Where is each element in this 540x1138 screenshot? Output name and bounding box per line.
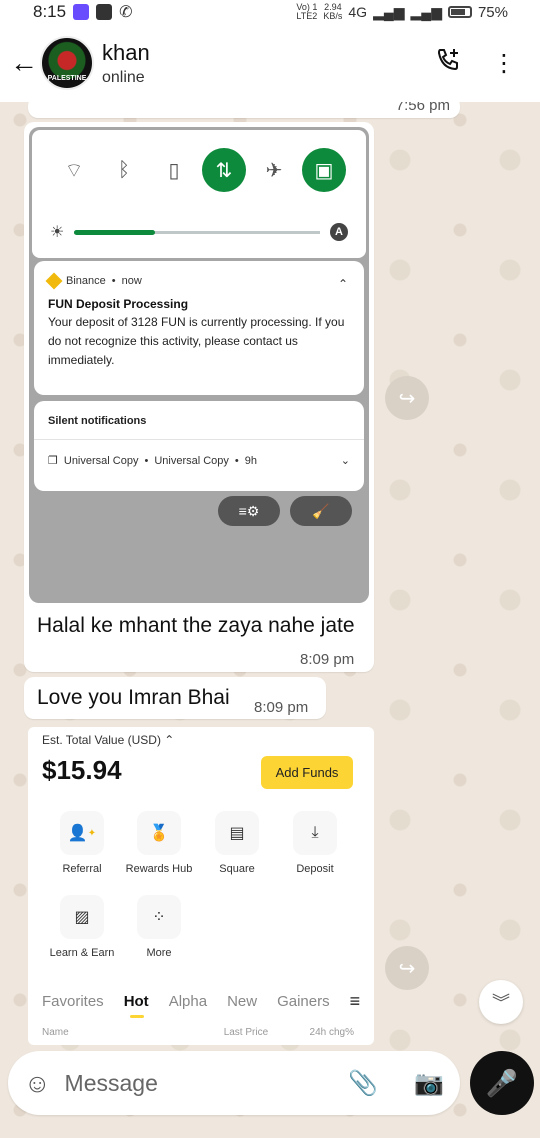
- deposit-feature: ⤓ Deposit: [275, 811, 355, 875]
- silent-notifications: Silent notifications ❐ Universal Copy • U…: [34, 401, 364, 491]
- sticker-icon[interactable]: ☺: [24, 1068, 51, 1099]
- notif-time: now: [121, 275, 142, 287]
- contact-status: online: [102, 68, 145, 86]
- column-header: Name Last Price 24h chg%: [42, 1027, 354, 1038]
- tab-favorites: Favorites: [42, 993, 104, 1010]
- est-total-label: Est. Total Value (USD) ⌃: [42, 733, 175, 747]
- message-time: 8:09 pm: [300, 651, 355, 668]
- brightness-slider: [74, 229, 320, 235]
- notification-settings-icon: ≡⚙: [218, 496, 280, 526]
- battery-percent: 75%: [477, 3, 508, 21]
- sim2-icon: ▣: [302, 148, 346, 192]
- square-feature: ▤ Square: [197, 811, 277, 875]
- learn-earn-icon: ▨: [60, 895, 104, 939]
- deposit-icon: ⤓: [293, 811, 337, 855]
- phone-call-icon: ✆: [119, 4, 133, 21]
- mobile-data-icon: ⇅: [202, 148, 246, 192]
- net-type: 4G: [348, 4, 368, 20]
- image-caption: Halal ke mhant the zaya nahe jate: [37, 614, 355, 637]
- clear-all-icon: 🧹: [290, 496, 352, 526]
- add-call-icon[interactable]: [434, 46, 462, 81]
- network-label: Vo) 1 LTE2: [296, 2, 318, 21]
- notif-body: Your deposit of 3128 FUN is currently pr…: [48, 315, 345, 367]
- message-time: 8:09 pm: [254, 699, 309, 716]
- battery-icon: [447, 6, 472, 18]
- learn-earn-feature: ▨ Learn & Earn: [42, 895, 122, 959]
- binance-icon: [45, 272, 63, 290]
- binance-screenshot-image[interactable]: Est. Total Value (USD) ⌃ $15.94 Add Fund…: [28, 727, 374, 1045]
- rewards-hub-feature: 🏅 Rewards Hub: [119, 811, 199, 875]
- more-feature: ⁘ More: [119, 895, 199, 959]
- chat-header: ← PALESTINE khan online ⋮: [0, 24, 540, 102]
- auto-brightness-icon: A: [330, 223, 348, 241]
- square-icon: ▤: [215, 811, 259, 855]
- speed-label: 2.94 KB/s: [323, 2, 343, 21]
- notif-title: FUN Deposit Processing: [48, 297, 189, 311]
- more-menu-icon[interactable]: ⋮: [492, 49, 516, 78]
- contact-info[interactable]: khan online: [102, 40, 150, 87]
- forward-icon[interactable]: ↪: [385, 376, 429, 420]
- notif-app-name: Binance: [66, 275, 106, 287]
- flashlight-icon: ▯: [168, 159, 180, 182]
- shared-screenshot-image[interactable]: ⌔ ᛒ ▯ ⇅ ✈ ▣ ☀ A Binance • now ⌃ FUN Depo…: [29, 127, 369, 603]
- tab-hot: Hot: [123, 993, 149, 1018]
- menu-icon: ≡: [349, 991, 361, 1011]
- message-text: Love you Imran Bhai: [37, 686, 230, 709]
- collapse-chevron-icon: ⌃: [337, 277, 348, 291]
- status-time: 8:15: [33, 2, 67, 21]
- app-notification-icon: [73, 4, 90, 20]
- more-grid-icon: ⁘: [137, 895, 181, 939]
- brightness-icon: ☀: [50, 224, 65, 241]
- mic-button[interactable]: 🎤: [470, 1051, 534, 1115]
- expand-chevron-icon: ⌄: [340, 455, 350, 467]
- status-bar: 8:15 ✆ Vo) 1 LTE2 2.94 KB/s 4G ▂▄▆ ▂▄▆ 7…: [0, 0, 540, 24]
- market-tabs: Favorites Hot Alpha New Gainers ≡: [42, 991, 361, 1018]
- contact-name: khan: [102, 39, 150, 65]
- avatar[interactable]: PALESTINE: [40, 36, 94, 90]
- quick-settings-panel: ⌔ ᛒ ▯ ⇅ ✈ ▣ ☀ A: [32, 130, 366, 258]
- wifi-off-icon: ⌔: [64, 159, 84, 182]
- bluetooth-icon: ᛒ: [118, 158, 130, 181]
- balance-value: $15.94: [42, 755, 122, 785]
- attach-icon[interactable]: 📎: [348, 1069, 378, 1098]
- rewards-icon: 🏅: [137, 811, 181, 855]
- tab-alpha: Alpha: [168, 993, 208, 1010]
- text-message-bubble[interactable]: Love you Imran Bhai 8:09 pm: [24, 677, 326, 719]
- referral-icon: 👤 ✦: [60, 811, 104, 855]
- airplane-icon: ✈: [265, 159, 283, 182]
- mic-icon: 🎤: [485, 1067, 519, 1098]
- tab-gainers: Gainers: [277, 993, 330, 1010]
- signal-icon: ▂▄▆: [373, 3, 405, 20]
- tab-new: New: [227, 993, 258, 1010]
- binance-notification: Binance • now ⌃ FUN Deposit Processing Y…: [34, 261, 364, 395]
- forward-icon[interactable]: ↪: [385, 946, 429, 990]
- message-input[interactable]: Message: [65, 1070, 158, 1097]
- signal-icon-2: ▂▄▆: [410, 3, 442, 20]
- referral-feature: 👤 ✦ Referral: [42, 811, 122, 875]
- back-arrow-icon[interactable]: ←: [10, 47, 38, 79]
- silent-heading: Silent notifications: [48, 415, 147, 427]
- message-composer[interactable]: ☺ Message 📎 📷: [8, 1051, 460, 1115]
- scroll-down-icon[interactable]: ︾: [479, 980, 523, 1024]
- camera-icon[interactable]: 📷: [414, 1069, 444, 1098]
- add-funds-button: Add Funds: [261, 756, 353, 789]
- app-notification-icon-2: [96, 4, 113, 20]
- copy-icon: ❐: [48, 455, 58, 467]
